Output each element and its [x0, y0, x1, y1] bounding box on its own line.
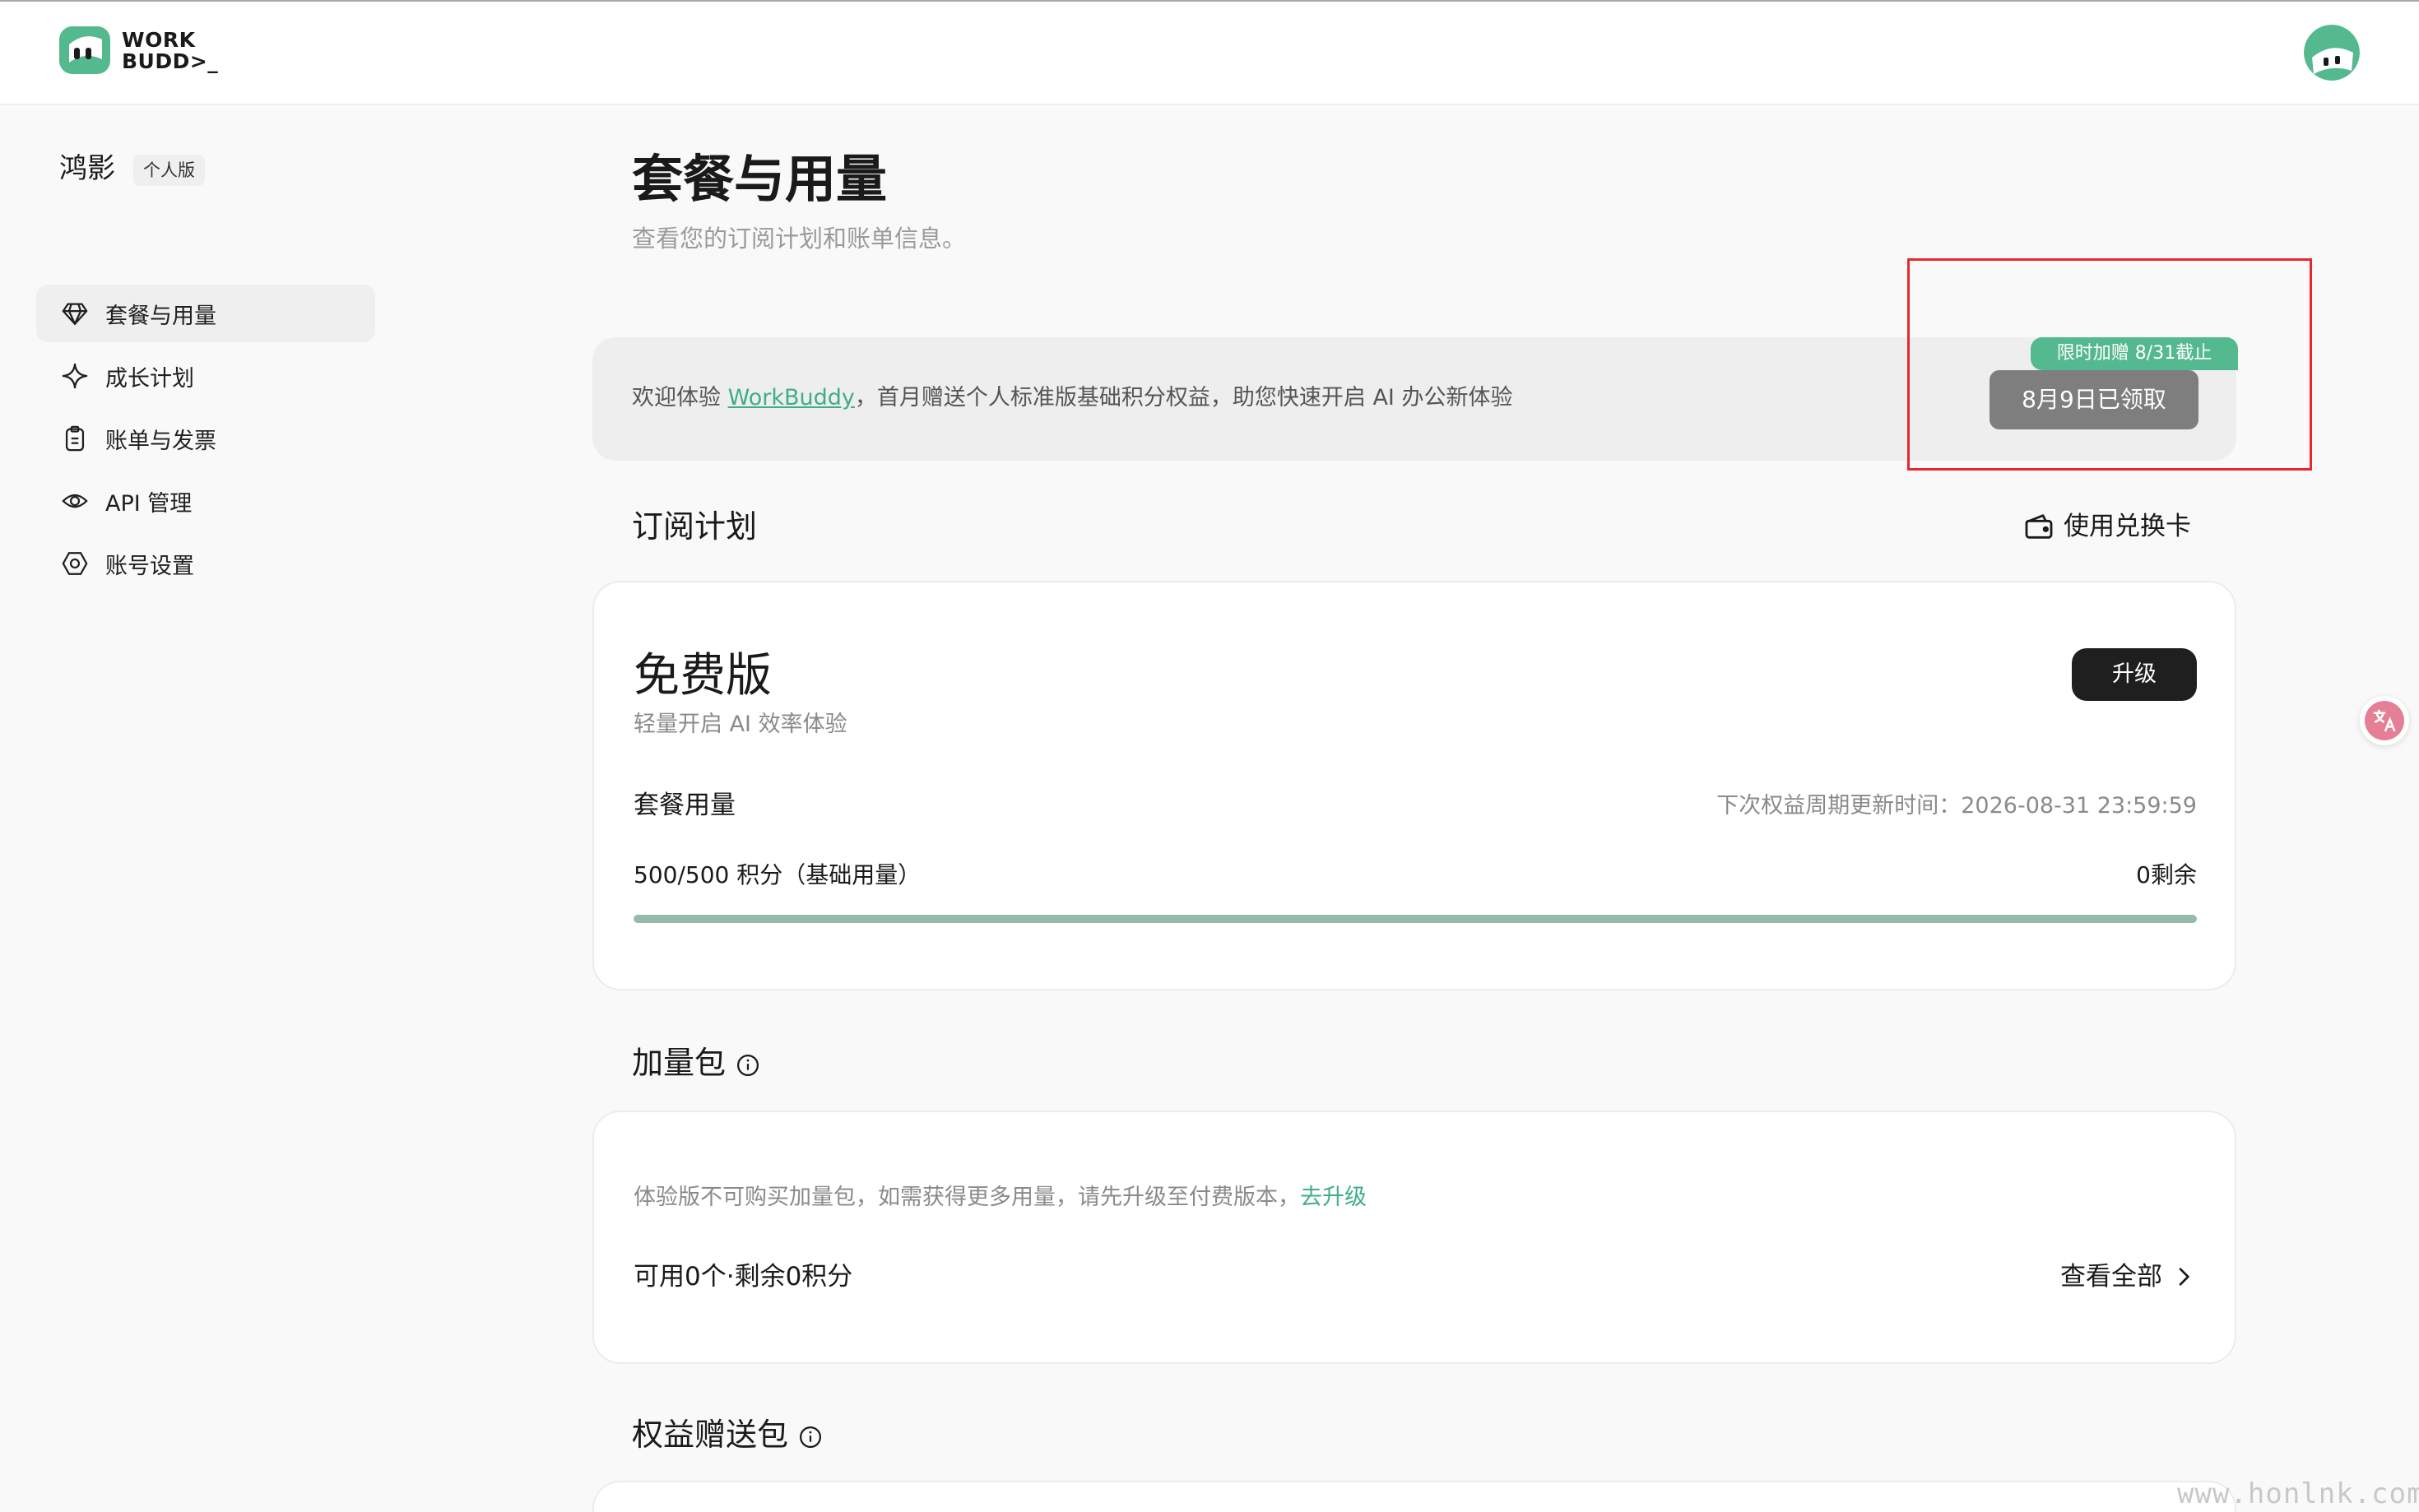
- sidebar-item-label: 账单与发票: [105, 428, 216, 454]
- addon-available: 可用0个·剩余0积分: [634, 1262, 853, 1292]
- sidebar-item-growth-plan[interactable]: 成长计划: [36, 347, 375, 405]
- brand-line2: BUDD>_: [122, 49, 219, 73]
- sparkle-icon: [62, 363, 88, 389]
- promo-text: 欢迎体验 WorkBuddy，首月赠送个人标准版基础积分权益，助您快速开启 AI…: [632, 382, 1512, 415]
- subscription-card: [592, 581, 2236, 990]
- settings-icon: [62, 552, 88, 575]
- go-upgrade-link[interactable]: 去升级: [1300, 1185, 1367, 1210]
- sidebar-item-label: 成长计划: [105, 365, 194, 392]
- gift-section-label: 权益赠送包: [632, 1417, 789, 1453]
- upgrade-button[interactable]: 升级: [2072, 648, 2197, 701]
- sidebar-item-label: 套餐与用量: [105, 303, 216, 329]
- watermark: www.honlnk.com: [2177, 1477, 2419, 1510]
- addon-note: 体验版不可购买加量包，如需获得更多用量，请先升级至付费版本，去升级: [634, 1181, 1367, 1214]
- workbuddy-logo-icon[interactable]: [58, 23, 112, 77]
- promo-text-before: 欢迎体验: [632, 385, 728, 410]
- sidebar-item-plan-usage[interactable]: 套餐与用量: [36, 285, 375, 342]
- eye-icon: [62, 494, 88, 508]
- addon-section-title: 加量包: [632, 1041, 760, 1084]
- sidebar-item-label: API 管理: [105, 490, 193, 517]
- translate-float-button[interactable]: [2360, 696, 2409, 745]
- sidebar-item-billing[interactable]: 账单与发票: [36, 410, 375, 467]
- brand-wordmark: WORK BUDD>_: [122, 30, 218, 72]
- usage-progress-bar: [634, 915, 2197, 923]
- redeem-card-label: 使用兑换卡: [2064, 512, 2191, 541]
- addon-section-label: 加量包: [632, 1045, 727, 1081]
- usage-progress-fill: [634, 915, 2197, 923]
- chevron-right-icon: [2179, 1268, 2189, 1286]
- user-name: 鸿影: [59, 152, 115, 185]
- promo-text-after: ，首月赠送个人标准版基础积分权益，助您快速开启 AI 办公新体验: [854, 385, 1513, 410]
- info-icon[interactable]: [798, 1425, 823, 1449]
- brand-line1: WORK: [122, 28, 196, 52]
- page-title: 套餐与用量: [632, 149, 888, 209]
- subscription-section-title: 订阅计划: [632, 508, 758, 545]
- workbuddy-link[interactable]: WorkBuddy: [728, 385, 855, 410]
- gift-section-title: 权益赠送包: [632, 1413, 823, 1456]
- sidebar-item-api[interactable]: API 管理: [36, 472, 375, 530]
- view-all-button[interactable]: 查看全部: [2060, 1259, 2197, 1295]
- addon-note-text: 体验版不可购买加量包，如需获得更多用量，请先升级至付费版本，: [634, 1185, 1300, 1210]
- wallet-icon: [2025, 514, 2053, 539]
- diamond-icon: [62, 303, 88, 325]
- clipboard-icon: [65, 425, 85, 452]
- top-header: [0, 2, 2419, 105]
- info-icon[interactable]: [736, 1053, 760, 1078]
- page-subtitle: 查看您的订阅计划和账单信息。: [632, 225, 967, 253]
- plan-description: 轻量开启 AI 效率体验: [634, 712, 847, 737]
- redeem-card-button[interactable]: 使用兑换卡: [2022, 505, 2191, 548]
- usage-remaining: 0剩余: [2136, 861, 2197, 888]
- edition-badge: 个人版: [133, 155, 205, 186]
- view-all-label: 查看全部: [2060, 1262, 2162, 1292]
- usage-title: 套餐用量: [634, 791, 736, 820]
- addon-card: [592, 1111, 2236, 1364]
- user-avatar[interactable]: [2304, 25, 2360, 81]
- annotation-highlight-box: [1907, 258, 2312, 471]
- translate-icon: [2373, 709, 2396, 732]
- sidebar-item-label: 账号设置: [105, 553, 194, 579]
- next-refresh-time: 下次权益周期更新时间：2026-08-31 23:59:59: [1716, 793, 2197, 819]
- plan-name: 免费版: [634, 649, 772, 703]
- sidebar-item-account-settings[interactable]: 账号设置: [36, 535, 375, 592]
- usage-amount: 500/500 积分（基础用量）: [634, 861, 922, 888]
- gift-card: [592, 1481, 2236, 1512]
